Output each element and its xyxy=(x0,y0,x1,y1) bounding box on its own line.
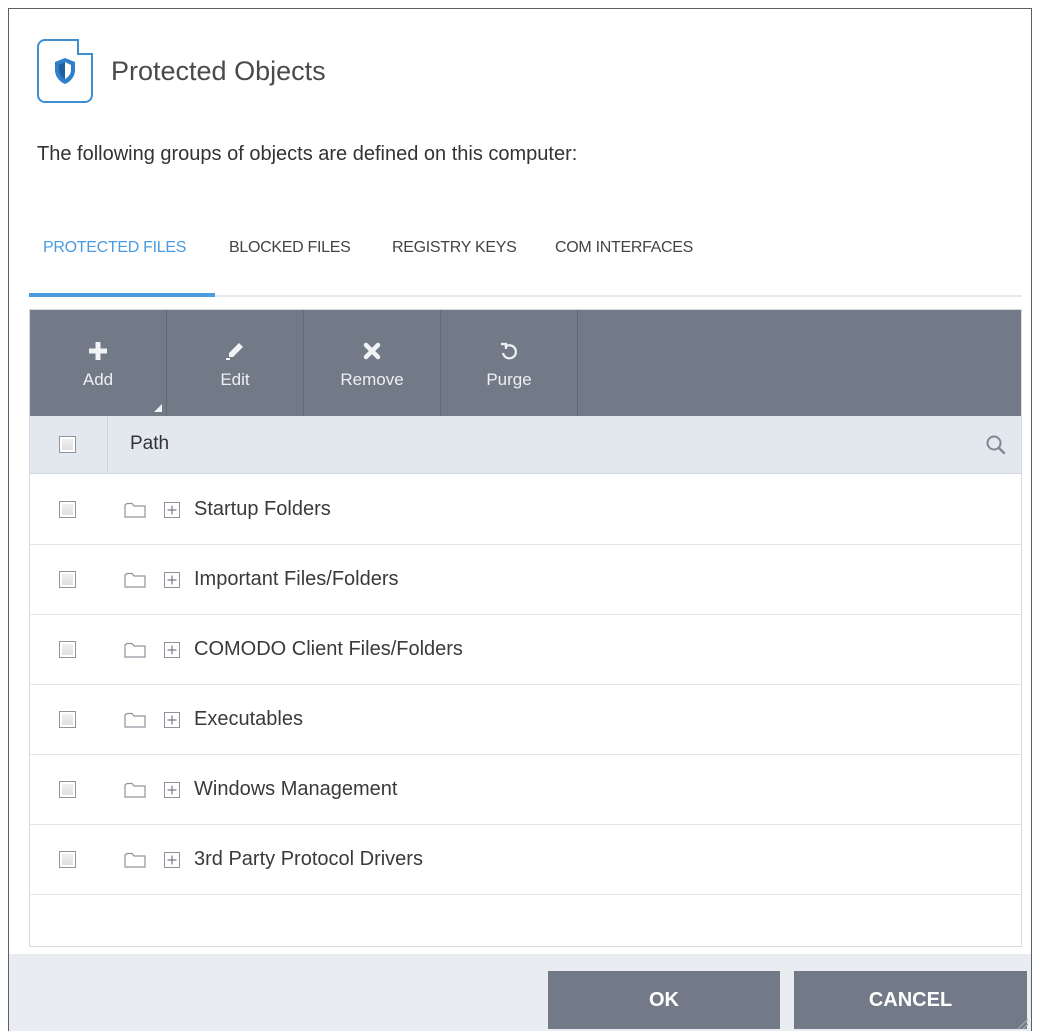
expand-plus-icon[interactable] xyxy=(164,502,180,518)
dialog-footer: OK CANCEL xyxy=(9,954,1031,1031)
expand-plus-icon[interactable] xyxy=(164,852,180,868)
dialog-header: Protected Objects xyxy=(37,39,326,103)
row-checkbox[interactable] xyxy=(59,851,76,868)
shield-document-icon xyxy=(37,39,93,103)
row-checkbox[interactable] xyxy=(59,641,76,658)
dropdown-corner-icon xyxy=(154,404,162,412)
table-row[interactable]: Windows Management xyxy=(30,755,1021,825)
tab-registry-keys[interactable]: REGISTRY KEYS xyxy=(392,239,517,257)
row-checkbox[interactable] xyxy=(59,781,76,798)
row-checkbox[interactable] xyxy=(59,571,76,588)
grid-header-row: Path xyxy=(30,416,1021,474)
folder-icon xyxy=(124,502,146,518)
dialog-title: Protected Objects xyxy=(111,55,326,86)
folder-icon xyxy=(124,852,146,868)
table-row[interactable]: Executables xyxy=(30,685,1021,755)
remove-button[interactable]: Remove xyxy=(304,310,441,416)
row-label: COMODO Client Files/Folders xyxy=(194,638,463,660)
active-tab-indicator xyxy=(29,293,215,297)
resize-grip-icon[interactable] xyxy=(1015,1016,1029,1030)
row-label: Startup Folders xyxy=(194,498,331,520)
refresh-icon xyxy=(499,336,519,366)
plus-icon xyxy=(89,336,107,366)
purge-label: Purge xyxy=(486,370,532,389)
expand-plus-icon[interactable] xyxy=(164,712,180,728)
folder-icon xyxy=(124,642,146,658)
tab-bar: PROTECTED FILES BLOCKED FILES REGISTRY K… xyxy=(29,231,1022,297)
row-label: Windows Management xyxy=(194,778,398,800)
tab-com-interfaces[interactable]: COM INTERFACES xyxy=(555,239,693,257)
select-all-checkbox[interactable] xyxy=(59,436,76,453)
objects-grid: Add Edit Remove Purge Path Startup Folde… xyxy=(29,309,1022,947)
row-label: Important Files/Folders xyxy=(194,568,399,590)
tab-protected-files[interactable]: PROTECTED FILES xyxy=(43,239,186,257)
dialog-description: The following groups of objects are defi… xyxy=(37,143,578,165)
expand-plus-icon[interactable] xyxy=(164,642,180,658)
expand-plus-icon[interactable] xyxy=(164,572,180,588)
search-icon[interactable] xyxy=(983,432,1009,458)
row-checkbox[interactable] xyxy=(59,501,76,518)
row-checkbox[interactable] xyxy=(59,711,76,728)
table-row[interactable]: Startup Folders xyxy=(30,475,1021,545)
tab-blocked-files[interactable]: BLOCKED FILES xyxy=(229,239,351,257)
row-label: 3rd Party Protocol Drivers xyxy=(194,848,423,870)
ok-button[interactable]: OK xyxy=(548,971,780,1029)
pencil-icon xyxy=(225,336,245,366)
x-icon xyxy=(363,336,381,366)
purge-button[interactable]: Purge xyxy=(441,310,578,416)
add-label: Add xyxy=(82,370,114,389)
expand-plus-icon[interactable] xyxy=(164,782,180,798)
grid-toolbar: Add Edit Remove Purge xyxy=(30,310,1021,416)
remove-label: Remove xyxy=(340,370,404,389)
table-row[interactable]: COMODO Client Files/Folders xyxy=(30,615,1021,685)
protected-objects-dialog: Protected Objects The following groups o… xyxy=(8,8,1032,1031)
cancel-button[interactable]: CANCEL xyxy=(794,971,1027,1029)
folder-icon xyxy=(124,782,146,798)
row-label: Executables xyxy=(194,708,303,730)
path-column-header: Path xyxy=(130,433,170,454)
column-divider xyxy=(107,416,108,474)
table-row[interactable]: 3rd Party Protocol Drivers xyxy=(30,825,1021,895)
folder-icon xyxy=(124,712,146,728)
edit-label: Edit xyxy=(220,370,250,389)
add-button[interactable]: Add xyxy=(30,310,167,416)
edit-button[interactable]: Edit xyxy=(167,310,304,416)
folder-icon xyxy=(124,572,146,588)
table-row[interactable]: Important Files/Folders xyxy=(30,545,1021,615)
